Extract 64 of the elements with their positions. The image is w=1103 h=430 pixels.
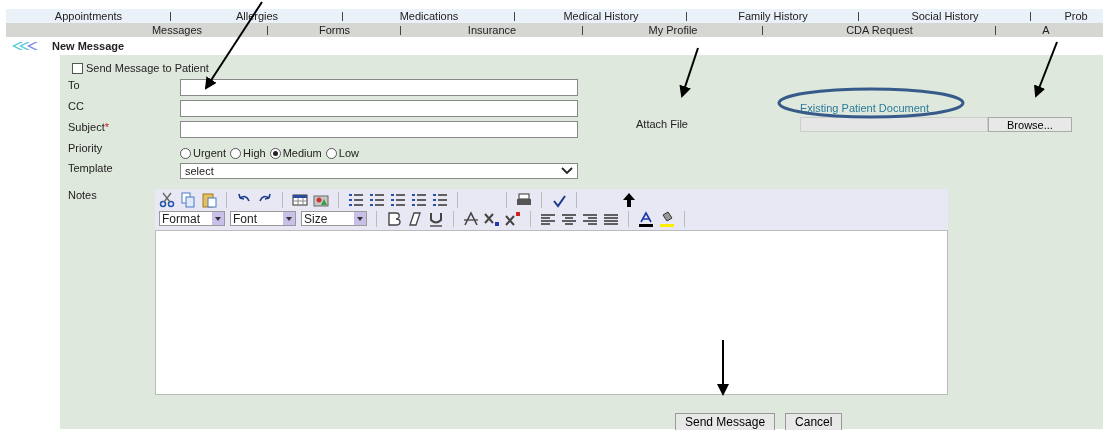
bold-icon[interactable] [386,210,402,227]
radio-label: High [243,147,266,159]
caret-icon [357,216,363,221]
nav-tab[interactable]: Messages [151,23,203,37]
highlight-icon[interactable] [659,210,675,227]
annotation-arrow [717,339,729,396]
field-label: To [68,79,81,91]
file-path-field[interactable] [799,117,988,132]
field-label: Notes [68,189,98,201]
field-label: CC [68,100,85,112]
existing-document-link[interactable]: Existing Patient Document [799,102,1072,114]
print-icon[interactable] [516,191,532,208]
nav-tab[interactable]: Insurance [467,23,517,37]
field-label: Priority [68,142,104,154]
radio-label: Medium [282,147,322,159]
nav-tab[interactable]: Forms [318,23,351,37]
browse-button[interactable]: Browse... [987,117,1072,132]
up-arrow-icon[interactable] [621,191,637,208]
strike-icon[interactable] [463,210,479,227]
underline-icon[interactable] [428,210,444,227]
cut-icon[interactable] [159,191,175,208]
toolbar-dropdown[interactable]: Size [301,211,367,226]
field-label: Template [68,162,114,174]
attach-file-label: Attach File [636,118,688,132]
page-title: New Message [52,40,125,52]
italic-icon[interactable] [407,210,423,227]
toolbar-dropdown[interactable]: Font [230,211,296,226]
annotation-arrow [679,47,699,98]
nav-tab[interactable]: Medical History [563,9,639,23]
cancel-button[interactable]: Cancel [785,413,843,430]
toolbar-dropdown[interactable]: Format [159,211,225,226]
back-chevrons-icon[interactable] [12,42,38,50]
input-field[interactable] [180,100,578,117]
nav-tab[interactable]: Medications [399,9,459,23]
input-field[interactable] [180,79,578,96]
radio-button[interactable] [269,147,281,159]
send-message-button[interactable]: Send Message [675,413,776,430]
copy-icon[interactable] [180,191,196,208]
radio-button[interactable] [325,147,337,159]
radio-label: Urgent [193,147,227,159]
radio-button[interactable] [230,147,242,159]
radio-button[interactable] [180,147,191,159]
nav-tab[interactable]: My Profile [648,23,698,37]
checkbox-label: Send Message to Patient [86,62,209,74]
input-field[interactable] [180,121,578,138]
superscript-icon[interactable] [505,210,521,227]
nav-tab[interactable]: Social History [911,9,979,23]
caret-icon [215,216,221,221]
template-dropdown[interactable]: select [180,162,578,179]
paste-icon[interactable] [201,191,217,208]
nav-tab[interactable]: Appointments [54,9,123,23]
bullet-list-icon[interactable] [369,191,385,208]
nav-tab[interactable]: Prob [1064,9,1088,23]
nav-tab[interactable]: CDA Request [846,23,913,37]
checkbox[interactable] [72,62,83,74]
annotation-arrow [1034,41,1058,98]
table-icon[interactable] [292,191,308,208]
field-label: Subject* [68,121,110,133]
nav-tab[interactable]: A [1042,23,1050,37]
text-color-icon[interactable] [638,210,654,227]
nav-tab[interactable]: Family History [738,9,808,23]
radio-label: Low [338,147,359,159]
chevron-down-icon [561,166,573,175]
caret-icon [286,216,292,221]
